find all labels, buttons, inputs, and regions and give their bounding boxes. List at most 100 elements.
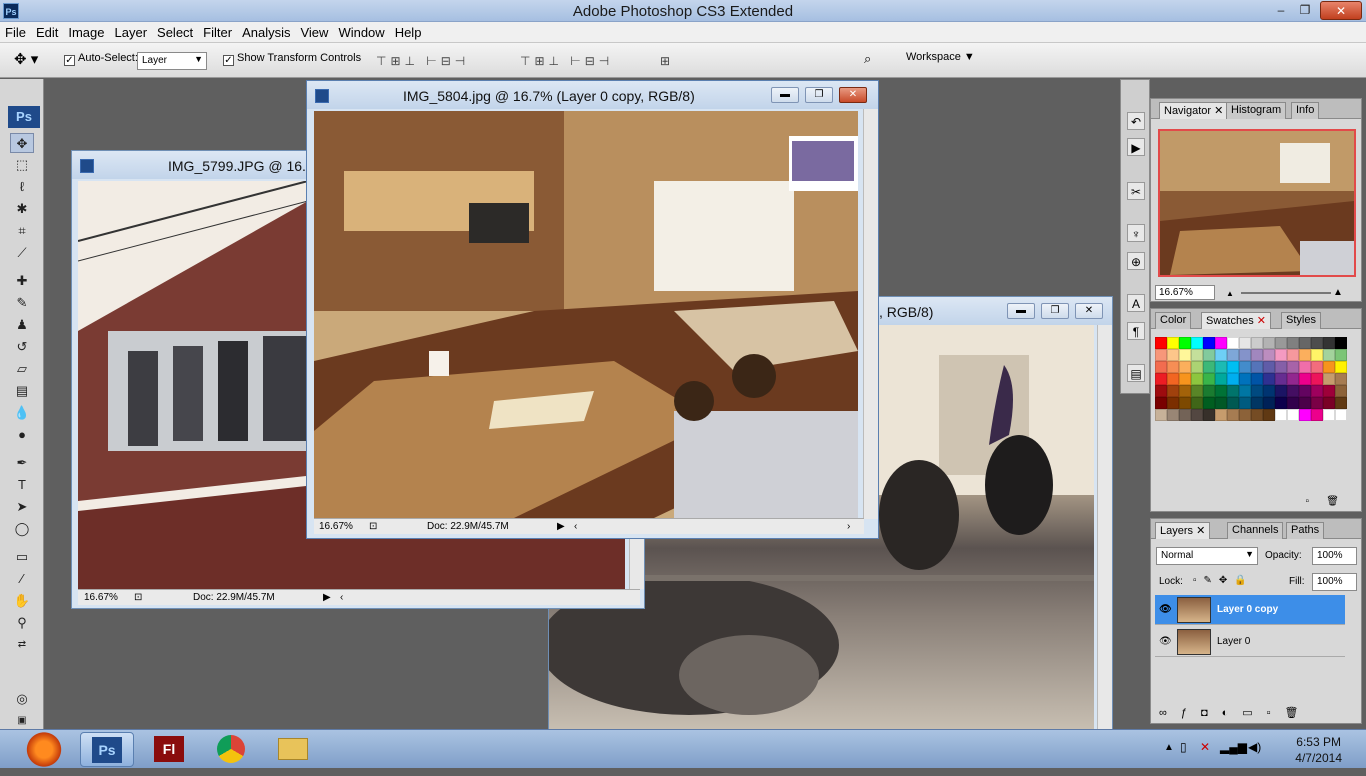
swatch-color[interactable] [1239, 409, 1251, 421]
swatch-color[interactable] [1191, 385, 1203, 397]
scroll-left-icon[interactable]: ‹ [574, 521, 577, 532]
swatch-color[interactable] [1335, 337, 1347, 349]
type-tool-icon[interactable]: T [10, 475, 34, 495]
menu-file[interactable]: File [0, 22, 31, 43]
swatch-color[interactable] [1167, 349, 1179, 361]
swatch-color[interactable] [1239, 361, 1251, 373]
zoom-level[interactable]: 16.67% [84, 592, 118, 603]
swatch-color[interactable] [1287, 385, 1299, 397]
swatch-color[interactable] [1203, 409, 1215, 421]
tab-color[interactable]: Color [1155, 312, 1192, 329]
swatch-color[interactable] [1263, 361, 1275, 373]
swatch-color[interactable] [1167, 337, 1179, 349]
swatch-color[interactable] [1335, 397, 1347, 409]
minimize-button[interactable]: – [1268, 1, 1294, 20]
swatch-color[interactable] [1179, 361, 1191, 373]
move-tool-preset-icon[interactable]: ✥ ▾ [14, 50, 38, 68]
swatch-color[interactable] [1323, 409, 1335, 421]
swatch-color[interactable] [1215, 409, 1227, 421]
swatch-color[interactable] [1335, 349, 1347, 361]
swatch-color[interactable] [1299, 349, 1311, 361]
history-panel-icon[interactable]: ↶ [1127, 112, 1145, 130]
swatch-color[interactable] [1251, 349, 1263, 361]
swatch-color[interactable] [1335, 361, 1347, 373]
swatch-color[interactable] [1263, 385, 1275, 397]
swatch-color[interactable] [1287, 397, 1299, 409]
swatch-color[interactable] [1215, 337, 1227, 349]
swatch-color[interactable] [1203, 373, 1215, 385]
menu-help[interactable]: Help [390, 22, 427, 43]
status-menu-icon[interactable]: ⊡ [369, 521, 377, 532]
swatch-color[interactable] [1335, 373, 1347, 385]
clone-source-icon[interactable]: ⊕ [1127, 252, 1145, 270]
vertical-scrollbar[interactable] [863, 109, 878, 519]
swatch-color[interactable] [1287, 349, 1299, 361]
swatch-color[interactable] [1227, 361, 1239, 373]
swatch-color[interactable] [1287, 361, 1299, 373]
swatch-color[interactable] [1251, 409, 1263, 421]
dodge-tool-icon[interactable]: ● [10, 425, 34, 445]
swatch-color[interactable] [1179, 385, 1191, 397]
swatch-color[interactable] [1215, 361, 1227, 373]
swatch-color[interactable] [1227, 373, 1239, 385]
status-menu-icon[interactable]: ⊡ [134, 592, 142, 603]
layer-actions[interactable]: ∞ƒ◘◐▭▫🗑 [1159, 706, 1313, 719]
swatch-color[interactable] [1155, 397, 1167, 409]
firefox-icon[interactable] [22, 732, 66, 767]
clone-stamp-tool-icon[interactable]: ♟ [10, 315, 34, 335]
doc-minimize-button[interactable]: ▬ [1007, 303, 1035, 319]
swatch-grid[interactable] [1155, 337, 1347, 421]
gradient-tool-icon[interactable]: ▤ [10, 381, 34, 401]
fill-input[interactable]: 100% [1312, 573, 1357, 591]
swatch-color[interactable] [1203, 337, 1215, 349]
swatch-color[interactable] [1335, 409, 1347, 421]
swatch-color[interactable] [1191, 349, 1203, 361]
lock-icons[interactable]: ▫✎✥🔒 [1193, 575, 1254, 586]
trash-icon[interactable]: 🗑 [1326, 496, 1339, 507]
swatch-color[interactable] [1275, 361, 1287, 373]
lasso-tool-icon[interactable]: ℓ [10, 177, 34, 197]
tab-paths[interactable]: Paths [1286, 522, 1325, 539]
quick-mask-icon[interactable]: ◎ [10, 689, 34, 709]
menu-window[interactable]: Window [333, 22, 389, 43]
swatch-color[interactable] [1311, 385, 1323, 397]
bridge-icon[interactable]: ⌕ [864, 51, 871, 67]
swatch-color[interactable] [1287, 373, 1299, 385]
swatch-color[interactable] [1167, 397, 1179, 409]
status-arrow-icon[interactable]: ▶ [557, 521, 565, 532]
navigator-preview[interactable] [1158, 129, 1356, 277]
swap-colors-icon[interactable]: ⇄ [10, 635, 34, 655]
swatch-color[interactable] [1215, 397, 1227, 409]
swatch-color[interactable] [1179, 373, 1191, 385]
scroll-right-icon[interactable]: › [847, 521, 850, 532]
swatch-color[interactable] [1275, 409, 1287, 421]
swatch-color[interactable] [1167, 373, 1179, 385]
swatch-color[interactable] [1227, 337, 1239, 349]
swatch-color[interactable] [1323, 349, 1335, 361]
swatch-color[interactable] [1179, 397, 1191, 409]
swatch-color[interactable] [1191, 361, 1203, 373]
auto-select-checkbox[interactable]: ✓ Auto-Select: [64, 52, 138, 66]
tool-presets-icon[interactable]: ✂ [1127, 182, 1145, 200]
visibility-eye-icon[interactable]: 👁 [1159, 604, 1172, 615]
workspace-menu[interactable]: Workspace ▼ [906, 51, 975, 63]
swatch-color[interactable] [1275, 385, 1287, 397]
swatch-color[interactable] [1203, 397, 1215, 409]
swatch-color[interactable] [1299, 409, 1311, 421]
menu-image[interactable]: Image [63, 22, 109, 43]
swatch-color[interactable] [1251, 397, 1263, 409]
swatch-color[interactable] [1311, 349, 1323, 361]
swatch-color[interactable] [1251, 385, 1263, 397]
swatch-color[interactable] [1323, 337, 1335, 349]
shape-tool-icon[interactable]: ◯ [10, 519, 34, 539]
zoom-slider[interactable] [1241, 292, 1331, 294]
signal-icon[interactable]: ▂▄▆ [1220, 740, 1247, 754]
tab-swatches[interactable]: Swatches ✕ [1201, 312, 1271, 329]
close-icon[interactable]: ✕ [1254, 315, 1266, 327]
swatch-color[interactable] [1203, 349, 1215, 361]
swatch-color[interactable] [1239, 385, 1251, 397]
swatch-color[interactable] [1155, 409, 1167, 421]
clock[interactable]: 6:53 PM 4/7/2014 [1295, 734, 1342, 766]
swatch-color[interactable] [1311, 337, 1323, 349]
new-swatch-icon[interactable]: ▫ [1305, 496, 1309, 507]
